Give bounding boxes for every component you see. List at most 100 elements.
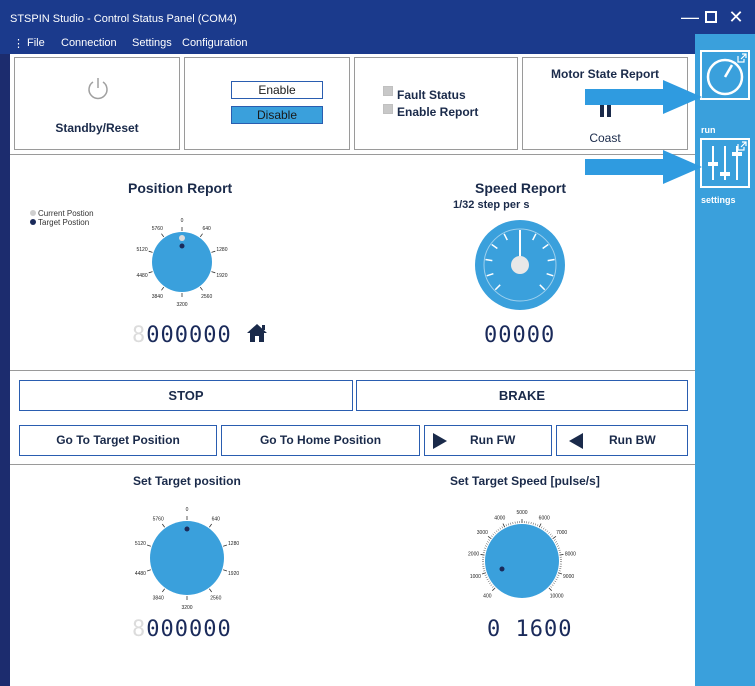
position-report-dial: 0 640 1280 1920 2560 3200 3840 4480 5120 5760 [136,218,227,308]
enable-report-label: Enable Report [397,105,479,119]
dial-minor-tick [554,580,557,583]
menu-item-settings[interactable]: Settings [132,37,172,49]
dial-tick [548,587,552,591]
dial-tick-label: 5000 [516,510,527,516]
dial-minor-tick [546,530,549,533]
target-position-knob[interactable] [184,526,190,532]
run-fw-button[interactable]: Run FW [424,425,552,456]
position-report-title: Position Report [128,180,233,196]
dial-minor-tick [487,580,490,583]
target-position-readout: 8000000 [132,617,232,642]
dial-tick [146,544,151,547]
dial-minor-tick [485,543,488,545]
dial-tick-label: 1280 [216,247,227,253]
disable-button[interactable]: Disable [231,106,323,124]
dial-face [485,524,559,598]
settings-tile[interactable] [700,138,750,188]
dial-tick-label: 400 [483,594,492,600]
standby-reset-label: Standby/Reset [55,121,139,135]
set-target-position-title: Set Target position [133,474,241,488]
dial-minor-tick [497,528,500,531]
dial-minor-tick [555,578,558,581]
title-bar: STSPIN Studio - Control Status Panel (CO… [0,0,755,34]
dial-tick-label: 3200 [181,605,192,611]
run-label: run [701,125,716,135]
standby-reset-button[interactable]: Standby/Reset [15,58,179,149]
dial-minor-tick [484,545,487,547]
minimize-button[interactable]: — [680,6,700,28]
enable-report-checkbox[interactable] [383,104,393,114]
dial-tick-label: 3840 [153,596,164,602]
dial-minor-tick [494,531,496,534]
position-readout-value: 000000 [146,323,232,348]
target-speed-readout: 0 1600 [487,617,573,642]
dial-minor-tick [495,530,498,533]
legend-current-label: Current Postion [38,209,94,218]
maximize-icon [705,11,717,23]
dial-tick-label: 1920 [228,571,239,577]
dial-minor-tick [490,584,493,586]
close-button[interactable]: ✕ [726,6,746,28]
dial-minor-tick [501,526,504,529]
dial-tick-label: 0 [181,218,184,224]
home-icon[interactable] [246,323,268,343]
dial-tick [199,233,203,238]
speed-report-title: Speed Report [475,180,567,196]
dial-minor-tick [483,549,486,551]
dial-minor-tick [491,586,494,588]
dial-minor-tick [558,549,561,551]
dial-minor-tick [484,547,487,549]
play-backward-icon [569,433,583,449]
window-title: STSPIN Studio - Control Status Panel (CO… [10,13,237,25]
dial-minor-tick [553,582,555,585]
stop-button[interactable]: STOP [19,380,353,411]
dial-minor-tick [551,584,554,586]
maximize-button[interactable] [701,6,721,28]
enable-button[interactable]: Enable [231,81,323,99]
menu-item-connection[interactable]: Connection [61,37,117,49]
dial-tick-label: 4480 [135,571,146,577]
dial-minor-tick [486,541,489,543]
run-tile[interactable] [700,50,750,100]
legend-target-label: Target Postion [38,218,90,227]
target-speed-knob[interactable] [499,566,505,572]
divider [10,464,695,465]
dial-tick-label: 5760 [152,226,163,232]
brake-button[interactable]: BRAKE [356,380,688,411]
dial-tick-label: 640 [203,226,212,232]
popout-icon[interactable] [737,53,747,63]
speed-gauge [475,220,565,310]
go-to-home-position-button[interactable]: Go To Home Position [221,425,420,456]
dial-minor-tick [534,523,537,526]
dial-minor-tick [483,572,486,574]
menu-item-file[interactable]: File [27,37,45,49]
set-target-position-dial[interactable]: 0 640 1280 1920 2560 3200 3840 4480 5120 5760 [132,502,242,612]
enable-disable-cell: Enable Disable [184,57,350,150]
right-sidebar: run settings [695,34,755,686]
dial-tick-label: 3840 [152,294,163,300]
dial-minor-tick [555,541,558,543]
application-window: STSPIN Studio - Control Status Panel (CO… [0,0,755,686]
menu-item-configuration[interactable]: Configuration [182,37,247,49]
dial-minor-tick [557,547,560,549]
run-bw-button[interactable]: Run BW [556,425,688,456]
dial-tick-label: 9000 [563,574,574,580]
dial-minor-tick [484,574,487,576]
dial-minor-tick [499,527,502,530]
dial-face [150,521,224,595]
set-target-speed-dial[interactable]: 400 1000 2000 3000 4000 5000 6000 7000 8000 9000 1… [462,499,582,619]
dial-tick-label: 640 [212,516,221,522]
settings-label: settings [701,195,736,205]
dial-minor-tick [505,524,508,527]
dial-tick [148,250,153,253]
dial-tick-label: 3200 [176,302,187,308]
run-fw-label: Run FW [470,433,516,447]
dial-minor-tick [510,522,512,525]
dial-tick-label: 2560 [201,294,212,300]
dial-tick-label: 4000 [494,515,505,521]
legend-target: Target Postion [30,218,94,227]
minimize-icon: — [681,7,699,27]
go-to-target-position-button[interactable]: Go To Target Position [19,425,217,456]
dial-tick [223,544,228,547]
popout-icon[interactable] [737,141,747,151]
